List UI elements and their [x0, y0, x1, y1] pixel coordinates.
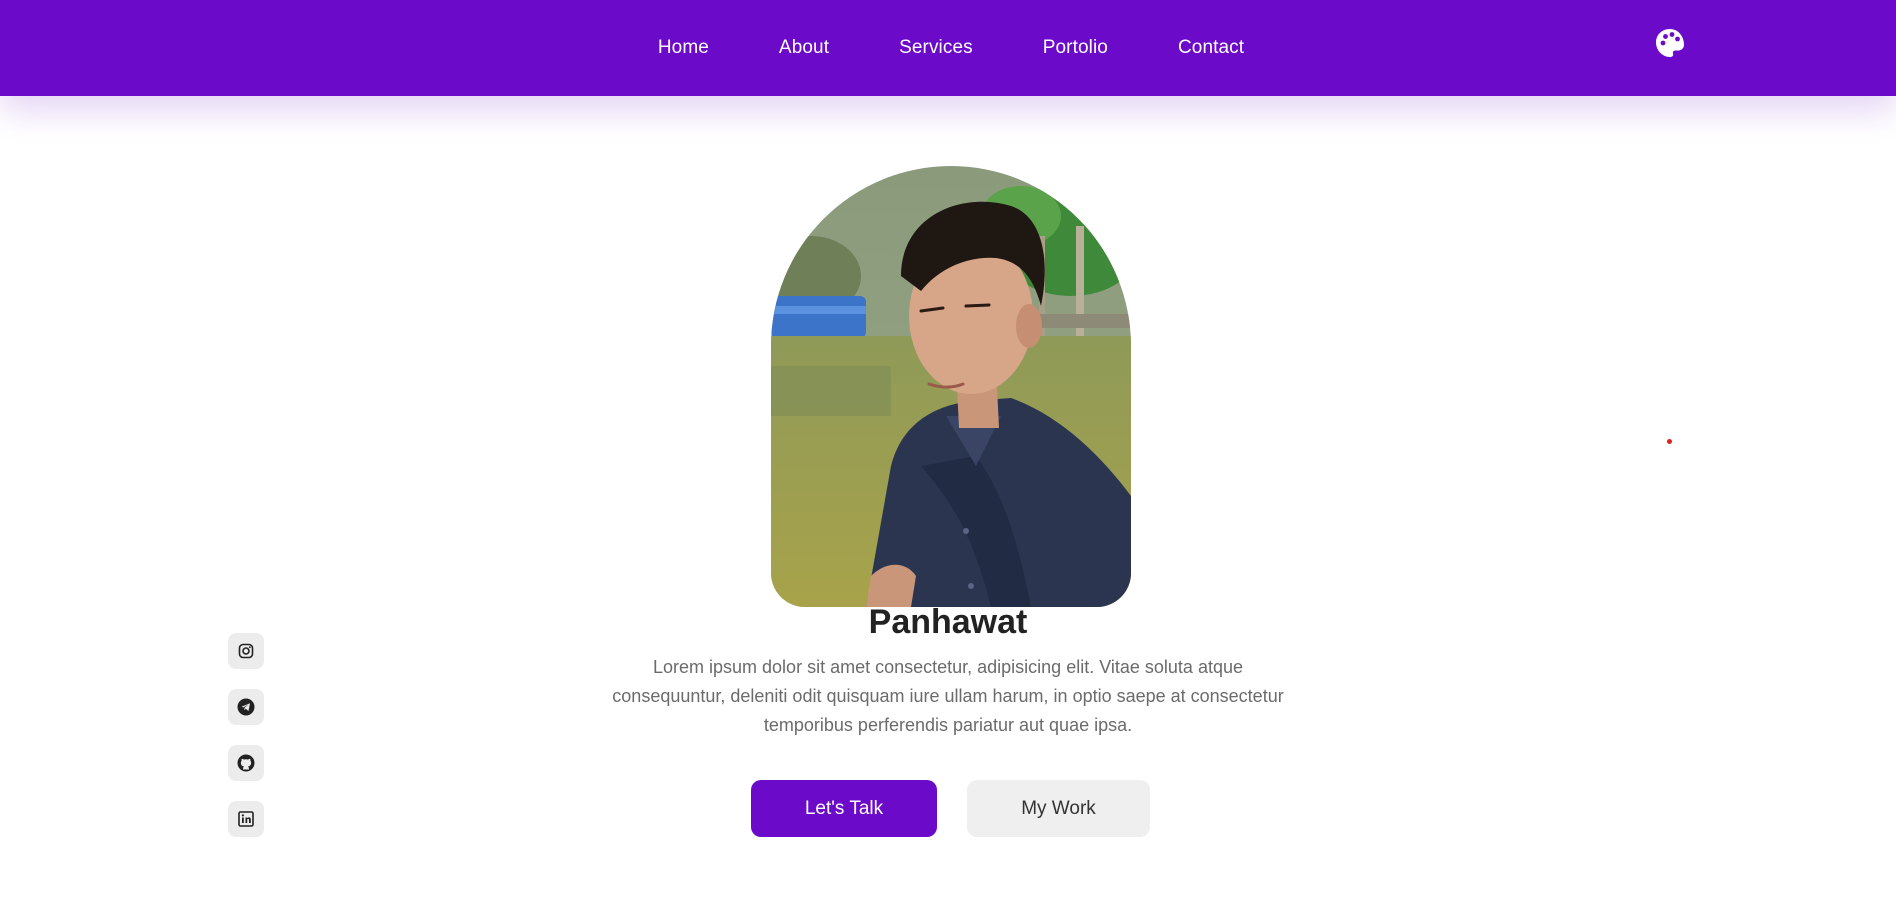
hero-name: Panhawat — [868, 603, 1028, 641]
nav-contact[interactable]: Contact — [1178, 37, 1244, 59]
hero-description: Lorem ipsum dolor sit amet consectetur, … — [612, 657, 1284, 735]
instagram-icon — [238, 643, 254, 659]
telegram-link[interactable] — [228, 689, 264, 725]
github-icon — [237, 754, 255, 772]
nav-home[interactable]: Home — [658, 37, 709, 59]
palette-icon — [1656, 29, 1684, 57]
my-work-button[interactable]: My Work — [967, 780, 1150, 837]
nav-menu: Home About Services Portolio Contact — [0, 0, 1896, 96]
nav-about[interactable]: About — [779, 37, 829, 59]
telegram-icon — [237, 698, 255, 716]
nav-portfolio[interactable]: Portolio — [1043, 37, 1108, 59]
instagram-link[interactable] — [228, 633, 264, 669]
nav-services[interactable]: Services — [899, 37, 973, 59]
navbar: Home About Services Portolio Contact — [0, 0, 1896, 96]
cursor-dot — [1667, 439, 1672, 444]
github-link[interactable] — [228, 745, 264, 781]
profile-photo — [771, 166, 1131, 607]
linkedin-link[interactable] — [228, 801, 264, 837]
linkedin-icon — [238, 811, 254, 827]
lets-talk-button[interactable]: Let's Talk — [751, 780, 937, 837]
theme-palette-button[interactable] — [1653, 26, 1687, 60]
